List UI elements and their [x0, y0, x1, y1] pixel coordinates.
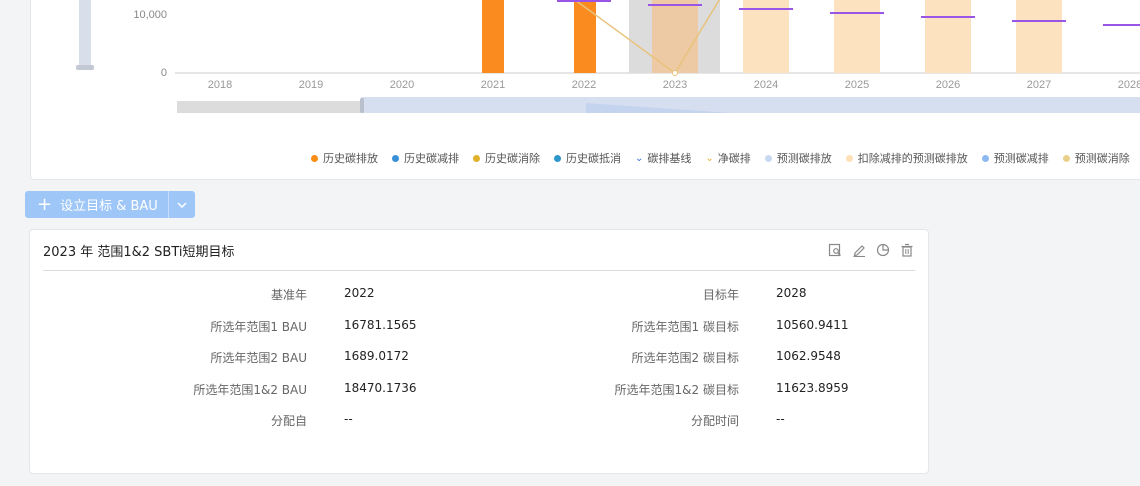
x-tick-label: 2027 [1027, 79, 1051, 91]
x-tick-label: 2024 [754, 79, 778, 91]
field-value: 16781.1565 [344, 317, 417, 332]
card-actions [819, 242, 915, 258]
y-tick-label: 0 [161, 67, 167, 79]
info-row: 分配自 -- 分配时间 -- [30, 412, 930, 444]
legend-label: 历史碳减排 [404, 152, 459, 165]
legend-item[interactable]: 历史碳减排 [392, 150, 459, 166]
field-label: 所选年范围1 BAU [210, 319, 307, 334]
field-label: 所选年范围1&2 BAU [193, 382, 307, 397]
emissions-chart-card: 10,000 0 2018 2019 2020 2021 2022 2023 2024 202… [30, 0, 1140, 180]
field-label: 所选年范围2 碳目标 [631, 351, 739, 365]
legend-dot-icon [981, 154, 989, 162]
field-value: 1689.0172 [344, 349, 409, 363]
legend-dot-icon [1062, 154, 1070, 162]
set-target-dropdown-button[interactable] [169, 191, 195, 218]
view-detail-icon[interactable] [827, 242, 843, 258]
bar-2024[interactable] [743, 0, 789, 73]
field-label: 分配自 [270, 414, 307, 428]
legend-item[interactable]: 预测碳消除 [1062, 150, 1130, 166]
bar-2021[interactable] [482, 0, 504, 73]
field-value: 10560.9411 [776, 317, 849, 332]
chart-legend: 历史碳排放 历史碳减排 历史碳消除 历史碳抵消 ⌄ 碳排基线 ⌄ 净碳排 预测碳排放 扣除减排的预… [311, 150, 1140, 166]
legend-label: 历史碳排放 [323, 152, 378, 165]
zoom-selected-area[interactable] [361, 97, 1140, 113]
card-header: 2023 年 范围1&2 SBTi短期目标 [43, 230, 915, 271]
x-tick-label: 2026 [936, 79, 960, 91]
field-value: 2028 [776, 286, 807, 300]
legend-item[interactable]: 预测碳排放 [764, 150, 832, 166]
chevron-down-icon [177, 201, 187, 208]
field-label: 所选年范围2 BAU [210, 351, 307, 365]
field-value: -- [344, 412, 353, 426]
bar-2026[interactable] [925, 0, 971, 73]
field-value: 2022 [344, 286, 375, 300]
info-row: 基准年 2022 目标年 2028 [30, 286, 930, 318]
field-value: -- [776, 412, 785, 426]
legend-item[interactable]: 预测碳减排 [981, 150, 1049, 166]
bar-2022[interactable] [574, 0, 596, 73]
legend-dot-icon [554, 154, 561, 162]
x-tick-label: 2019 [299, 79, 323, 91]
target-info-grid: 基准年 2022 目标年 2028 所选年范围1 BAU 16781.1565 所选年范围1… [30, 286, 930, 444]
legend-item[interactable]: 历史碳排放 [311, 150, 378, 166]
legend-item[interactable]: 历史碳消除 [473, 150, 540, 166]
bar-2025[interactable] [834, 0, 880, 73]
field-label: 所选年范围1&2 碳目标 [614, 382, 739, 397]
x-tick-label: 2025 [845, 79, 869, 91]
card-title: 2023 年 范围1&2 SBTi短期目标 [43, 244, 235, 260]
legend-label: 扣除减排的预测碳排放 [857, 152, 968, 165]
x-tick-label: 2022 [572, 79, 596, 91]
delete-icon[interactable] [899, 242, 915, 258]
legend-line-icon: ⌄ [705, 152, 714, 164]
legend-label: 净碳排 [717, 152, 751, 165]
legend-dot-icon [473, 154, 480, 162]
net-emission-point[interactable] [672, 70, 678, 76]
legend-dot-icon [311, 154, 318, 162]
zoom-left-handle[interactable] [360, 98, 364, 113]
x-tick-label: 2023 [663, 79, 687, 91]
info-row: 所选年范围2 BAU 1689.0172 所选年范围2 碳目标 1062.9548 [30, 349, 930, 381]
x-tick-label: 2018 [208, 79, 232, 91]
plus-icon: + [37, 193, 53, 215]
emissions-chart: 10,000 0 2018 2019 2020 2021 2022 2023 2024 202… [133, 0, 1140, 113]
info-row: 所选年范围1&2 BAU 18470.1736 所选年范围1&2 碳目标 11623.… [30, 381, 930, 413]
bar-2027[interactable] [1016, 0, 1062, 73]
edit-icon[interactable] [851, 242, 867, 258]
zoom-unselected-area[interactable] [177, 101, 363, 113]
legend-item[interactable]: ⌄ 碳排基线 [635, 150, 691, 166]
y-tick-label: 10,000 [133, 9, 167, 21]
set-target-button[interactable]: + 设立目标 & BAU [25, 191, 169, 218]
field-label: 目标年 [702, 288, 739, 302]
x-tick-label: 2021 [481, 79, 505, 91]
set-target-button-group: + 设立目标 & BAU [25, 191, 195, 218]
field-value: 11623.8959 [776, 380, 849, 395]
set-target-label: 设立目标 & BAU [60, 199, 158, 214]
legend-line-icon: ⌄ [635, 152, 644, 164]
legend-item[interactable]: 历史碳抵消 [554, 150, 621, 166]
x-tick-label: 2028 [1118, 79, 1140, 91]
field-label: 基准年 [270, 288, 307, 302]
legend-dot-icon [845, 154, 853, 162]
field-value: 1062.9548 [776, 349, 841, 363]
sbti-target-card: 2023 年 范围1&2 SBTi短期目标 基准年 2022 目标年 2028 所选年范… [29, 229, 929, 474]
legend-label: 预测碳排放 [776, 152, 832, 165]
field-value: 18470.1736 [344, 380, 417, 395]
legend-dot-icon [392, 154, 399, 162]
legend-label: 碳排基线 [647, 152, 692, 165]
field-label: 所选年范围1 碳目标 [631, 319, 739, 334]
info-row: 所选年范围1 BAU 16781.1565 所选年范围1 碳目标 10560.9411 [30, 318, 930, 350]
legend-item[interactable]: 扣除减排的预测碳排放 [845, 150, 968, 166]
legend-dot-icon [764, 154, 772, 162]
legend-item[interactable]: ⌄ 净碳排 [705, 150, 750, 166]
legend-label: 历史碳抵消 [566, 152, 621, 165]
field-label: 分配时间 [690, 414, 739, 428]
x-tick-label: 2020 [390, 79, 414, 91]
legend-label: 预测碳减排 [993, 152, 1049, 165]
pie-chart-icon[interactable] [875, 242, 891, 258]
legend-label: 预测碳消除 [1074, 152, 1130, 165]
legend-label: 历史碳消除 [485, 152, 540, 165]
